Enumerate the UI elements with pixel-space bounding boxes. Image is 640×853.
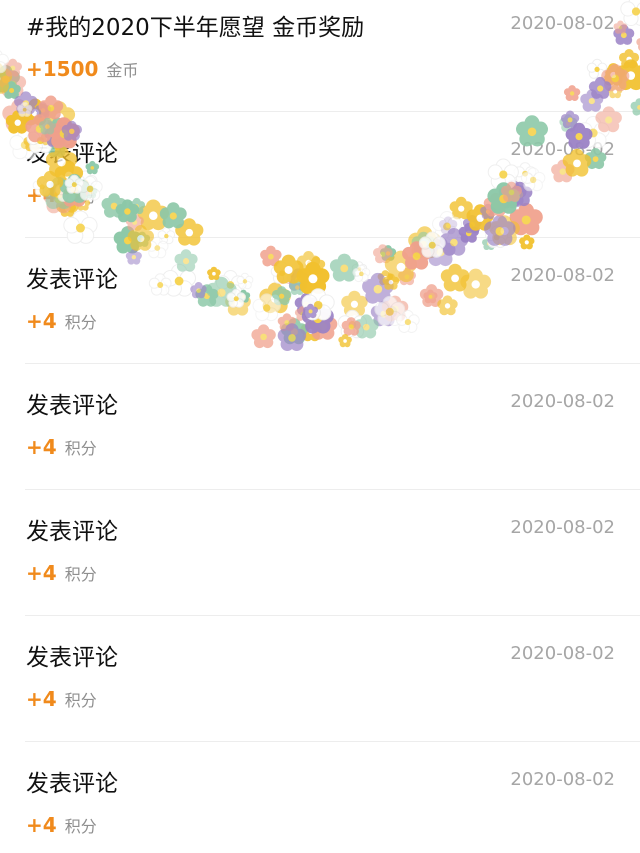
reward-record-list: #我的2020下半年愿望 金币奖励 2020-08-02 +1500 金币 发表评… xyxy=(0,0,640,853)
reward-record-row[interactable]: 发表评论 2020-08-02 +4 积分 xyxy=(25,238,640,364)
record-date: 2020-08-02 xyxy=(510,13,615,34)
record-amount: +4 xyxy=(26,561,57,585)
reward-record-row[interactable]: 发表评论 2020-08-02 +4 积分 xyxy=(25,490,640,616)
record-unit: 积分 xyxy=(64,817,97,836)
record-unit: 金币 xyxy=(106,61,139,80)
record-date: 2020-08-02 xyxy=(510,139,615,160)
record-title: 发表评论 xyxy=(26,771,118,797)
record-unit: 积分 xyxy=(64,691,97,710)
record-reward: +4 积分 xyxy=(26,813,97,837)
record-title: #我的2020下半年愿望 金币奖励 xyxy=(26,15,365,41)
record-title: 发表评论 xyxy=(26,141,118,167)
record-amount: +4 xyxy=(26,435,57,459)
record-amount: +4 xyxy=(26,687,57,711)
record-title: 发表评论 xyxy=(26,519,118,545)
reward-record-row[interactable]: 发表评论 2020-08-02 +4 积分 xyxy=(25,364,640,490)
record-title: 发表评论 xyxy=(26,267,118,293)
record-date: 2020-08-02 xyxy=(510,517,615,538)
record-reward: +4 积分 xyxy=(26,561,97,585)
reward-record-row[interactable]: 发表评论 2020-08-02 +4 积分 xyxy=(25,112,640,238)
record-unit: 积分 xyxy=(64,439,97,458)
record-reward: +4 积分 xyxy=(26,435,97,459)
reward-record-row[interactable]: 发表评论 2020-08-02 +4 积分 xyxy=(25,742,640,853)
record-date: 2020-08-02 xyxy=(510,391,615,412)
record-unit: 积分 xyxy=(64,313,97,332)
reward-record-row[interactable]: #我的2020下半年愿望 金币奖励 2020-08-02 +1500 金币 xyxy=(25,0,640,112)
record-amount: +4 xyxy=(26,183,57,207)
record-reward: +1500 金币 xyxy=(26,57,138,81)
record-date: 2020-08-02 xyxy=(510,769,615,790)
record-date: 2020-08-02 xyxy=(510,643,615,664)
record-title: 发表评论 xyxy=(26,645,118,671)
record-date: 2020-08-02 xyxy=(510,265,615,286)
reward-history-page: #我的2020下半年愿望 金币奖励 2020-08-02 +1500 金币 发表评… xyxy=(0,0,640,853)
record-amount: +1500 xyxy=(26,57,99,81)
record-amount: +4 xyxy=(26,813,57,837)
record-reward: +4 积分 xyxy=(26,183,97,207)
record-amount: +4 xyxy=(26,309,57,333)
record-reward: +4 积分 xyxy=(26,687,97,711)
record-unit: 积分 xyxy=(64,187,97,206)
record-title: 发表评论 xyxy=(26,393,118,419)
record-unit: 积分 xyxy=(64,565,97,584)
record-reward: +4 积分 xyxy=(26,309,97,333)
reward-record-row[interactable]: 发表评论 2020-08-02 +4 积分 xyxy=(25,616,640,742)
